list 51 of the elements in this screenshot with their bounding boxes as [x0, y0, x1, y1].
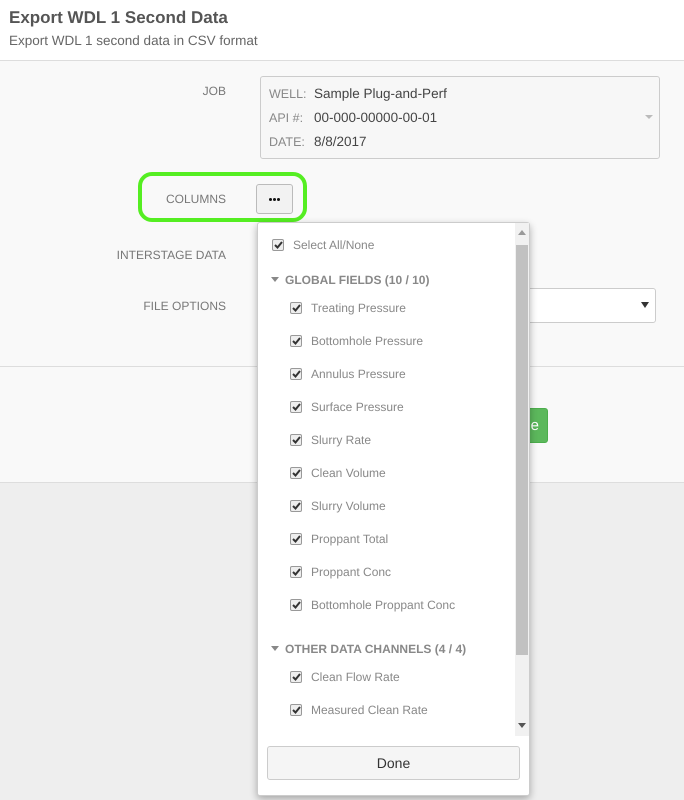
job-field-value: 00-000-00000-00-01: [314, 109, 438, 127]
caret-down-icon[interactable]: [271, 646, 279, 652]
checkbox[interactable]: [290, 434, 302, 446]
checkbox[interactable]: [290, 466, 302, 478]
checkbox[interactable]: [290, 302, 302, 314]
checkbox[interactable]: [290, 598, 302, 610]
column-option[interactable]: Clean Flow Rate: [311, 670, 400, 684]
group-title: GLOBAL FIELDS (10 / 10): [285, 273, 430, 287]
checkbox[interactable]: [290, 368, 302, 380]
checkbox[interactable]: [290, 532, 302, 544]
scroll-down-icon[interactable]: [518, 723, 526, 728]
column-option[interactable]: Treating Pressure: [311, 300, 406, 314]
column-option[interactable]: Bottomhole Proppant Conc: [311, 598, 456, 612]
job-field-label: DATE:: [269, 134, 306, 151]
column-option[interactable]: Proppant Conc: [311, 564, 392, 578]
field-label: JOB: [202, 84, 226, 98]
column-option[interactable]: Measured Clean Rate: [311, 702, 428, 716]
scrollbar-thumb[interactable]: [516, 245, 528, 655]
caret-icon: [645, 115, 653, 119]
group-title: OTHER DATA CHANNELS (4 / 4): [285, 642, 466, 656]
checkbox[interactable]: [290, 670, 302, 682]
job-field-label: WELL:: [269, 86, 308, 103]
field-label: INTERSTAGE DATA: [116, 248, 226, 262]
checkbox[interactable]: [290, 566, 302, 578]
column-option[interactable]: Slurry Rate: [311, 432, 372, 446]
column-option[interactable]: Surface Pressure: [311, 400, 404, 414]
dialog-title: Export WDL 1 Second Data: [9, 8, 228, 28]
column-option[interactable]: Slurry Volume: [311, 498, 386, 512]
job-select[interactable]: WELL: Sample Plug-and-Perf API #: 00-000-00000-00-01 DATE: 8/8/2017: [260, 76, 660, 159]
caret-icon: [641, 302, 649, 308]
more-button[interactable]: [256, 184, 293, 214]
column-option[interactable]: Proppant Total: [311, 532, 388, 546]
select-all-label[interactable]: Select All/None: [293, 238, 374, 252]
field-label: FILE OPTIONS: [143, 298, 226, 312]
job-field-value: 8/8/2017: [314, 133, 367, 151]
column-option[interactable]: Bottomhole Pressure: [311, 334, 424, 348]
job-field-label: API #:: [269, 110, 304, 127]
checkbox[interactable]: [290, 704, 302, 716]
scrollbar[interactable]: [515, 223, 529, 736]
checkbox[interactable]: [290, 334, 302, 346]
column-option[interactable]: Annulus Pressure: [311, 366, 406, 380]
checkbox[interactable]: [290, 500, 302, 512]
checkbox[interactable]: [290, 400, 302, 412]
field-label: COLUMNS: [166, 192, 226, 206]
column-option[interactable]: Clean Volume: [311, 466, 386, 480]
dialog-subtitle: Export WDL 1 second data in CSV format: [9, 33, 258, 48]
more-icon: [269, 198, 280, 200]
caret-down-icon[interactable]: [271, 277, 279, 283]
job-field-value: Sample Plug-and-Perf: [314, 85, 447, 103]
checkbox[interactable]: [272, 239, 284, 251]
done-button[interactable]: Done: [267, 746, 520, 780]
